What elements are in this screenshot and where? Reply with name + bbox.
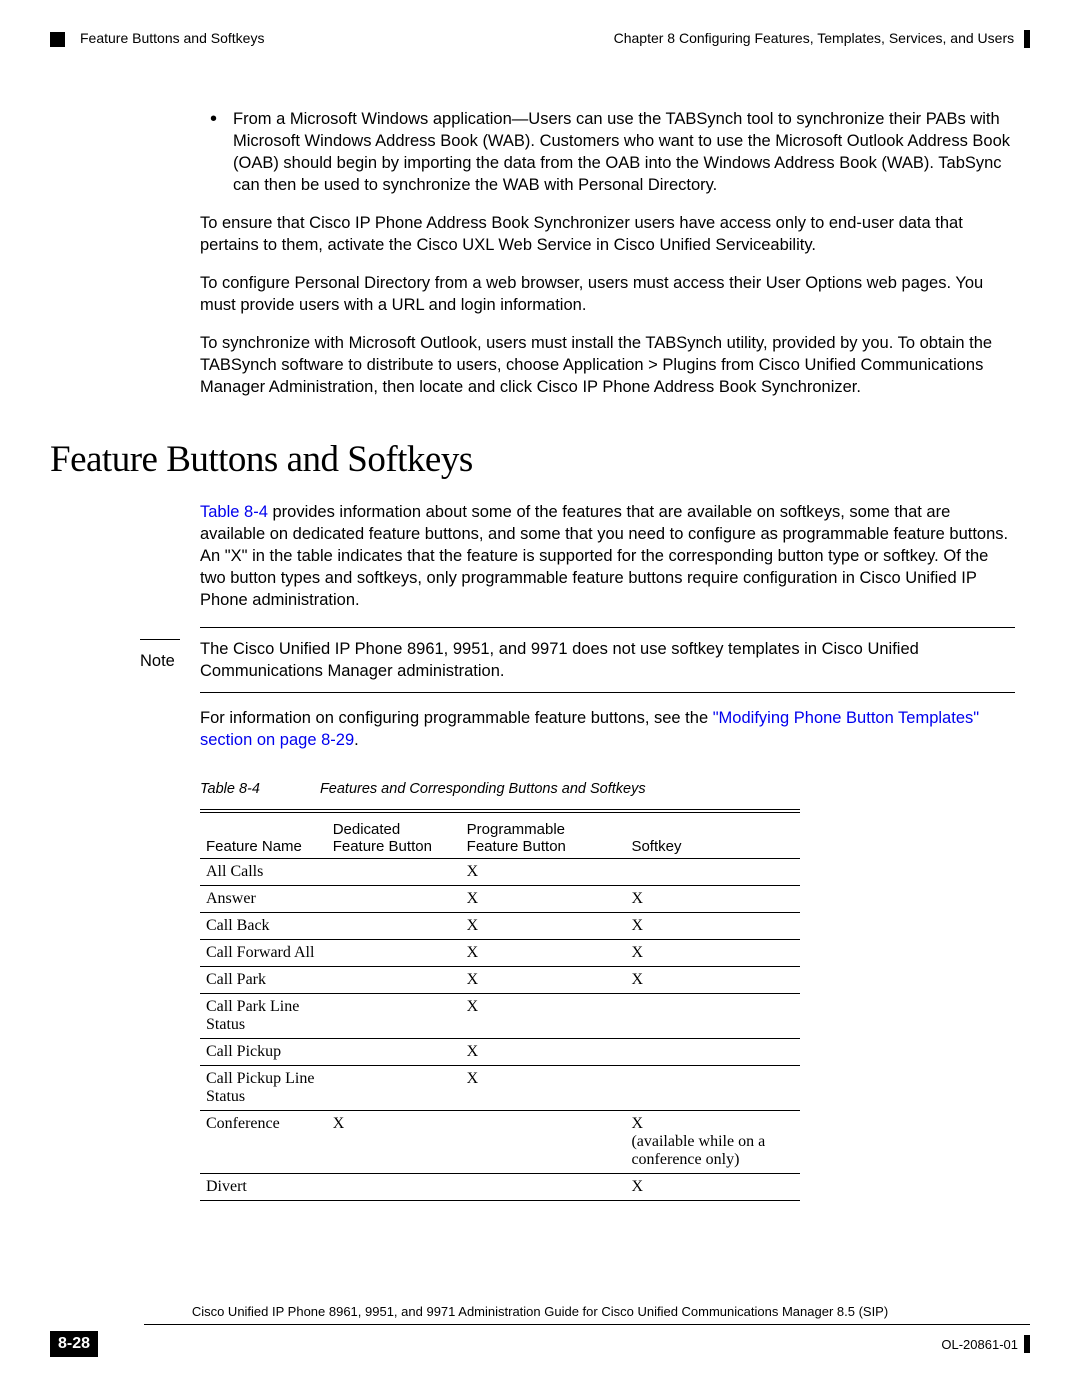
cell-dedicated: [327, 1174, 461, 1201]
cell-programmable: X: [461, 994, 626, 1039]
header-chapter-text: Chapter 8 Configuring Features, Template…: [614, 30, 1015, 46]
cell-programmable: X: [461, 1039, 626, 1066]
col-dedicated: Dedicated Feature Button: [327, 811, 461, 859]
cell-programmable: X: [461, 886, 626, 913]
page-footer: Cisco Unified IP Phone 8961, 9951, and 9…: [50, 1324, 1030, 1357]
table-row: Divert X: [200, 1174, 800, 1201]
cell-softkey: [625, 1066, 800, 1111]
footer-content-row: 8-28 OL-20861-01: [50, 1331, 1030, 1357]
cell-dedicated: [327, 967, 461, 994]
cell-softkey: X: [625, 886, 800, 913]
cell-dedicated: [327, 1039, 461, 1066]
col-programmable: Programmable Feature Button: [461, 811, 626, 859]
paragraph-3: To synchronize with Microsoft Outlook, u…: [200, 332, 1015, 398]
note-block: Note The Cisco Unified IP Phone 8961, 99…: [140, 627, 1015, 693]
cell-programmable: X: [461, 967, 626, 994]
cell-softkey: X: [625, 913, 800, 940]
cell-softkey: X (available while on a conference only): [625, 1111, 800, 1174]
cell-programmable: [461, 1111, 626, 1174]
cell-dedicated: [327, 994, 461, 1039]
bullet-icon: •: [210, 109, 217, 196]
cell-programmable: X: [461, 859, 626, 886]
cell-feature-name: Call Pickup: [200, 1039, 327, 1066]
cell-softkey: [625, 859, 800, 886]
footer-divider-line: [144, 1324, 1030, 1325]
cell-feature-name: Answer: [200, 886, 327, 913]
table-ref-link[interactable]: Table 8-4: [200, 503, 268, 521]
cell-softkey: X: [625, 940, 800, 967]
cell-feature-name: Call Pickup Line Status: [200, 1066, 327, 1111]
note-divider: [140, 639, 180, 640]
paragraph-5-pre: For information on configuring programma…: [200, 709, 713, 727]
bullet-text: From a Microsoft Windows application—Use…: [233, 108, 1015, 196]
feature-table: Feature Name Dedicated Feature Button Pr…: [200, 809, 800, 1201]
content-body: • From a Microsoft Windows application—U…: [200, 108, 1015, 1201]
page-number: 8-28: [50, 1331, 98, 1357]
cell-dedicated: [327, 913, 461, 940]
table-row: Call Back XX: [200, 913, 800, 940]
table-row: Call Pickup Line Status X: [200, 1066, 800, 1111]
footer-doc-id: OL-20861-01: [941, 1337, 1018, 1352]
footer-guide-title: Cisco Unified IP Phone 8961, 9951, and 9…: [50, 1304, 1030, 1319]
cell-softkey: X: [625, 1174, 800, 1201]
bullet-list: • From a Microsoft Windows application—U…: [200, 108, 1015, 196]
cell-feature-name: Call Park Line Status: [200, 994, 327, 1039]
table-row: Call Forward All XX: [200, 940, 800, 967]
cell-dedicated: [327, 886, 461, 913]
cell-dedicated: [327, 1066, 461, 1111]
paragraph-4-text: provides information about some of the f…: [200, 503, 1008, 609]
cell-softkey: [625, 1039, 800, 1066]
header-marker-square: [50, 32, 65, 47]
header-section-name: Feature Buttons and Softkeys: [80, 30, 614, 46]
note-body: The Cisco Unified IP Phone 8961, 9951, a…: [200, 627, 1015, 693]
cell-programmable: X: [461, 913, 626, 940]
cell-dedicated: [327, 940, 461, 967]
cell-dedicated: [327, 859, 461, 886]
paragraph-5-post: .: [354, 731, 359, 749]
table-row: ConferenceX X (available while on a confe…: [200, 1111, 800, 1174]
note-label: Note: [140, 652, 190, 671]
bullet-item: • From a Microsoft Windows application—U…: [210, 108, 1015, 196]
page: Feature Buttons and Softkeys Chapter 8 C…: [0, 0, 1080, 1397]
table-number: Table 8-4: [200, 781, 260, 797]
cell-feature-name: Call Park: [200, 967, 327, 994]
header-bar-icon: [1024, 30, 1030, 48]
page-header: Feature Buttons and Softkeys Chapter 8 C…: [50, 30, 1030, 48]
paragraph-2: To configure Personal Directory from a w…: [200, 272, 1015, 316]
table-row: Call Park Line Status X: [200, 994, 800, 1039]
col-feature-name: Feature Name: [200, 811, 327, 859]
cell-dedicated: X: [327, 1111, 461, 1174]
col-softkey: Softkey: [625, 811, 800, 859]
paragraph-4: Table 8-4 provides information about som…: [200, 501, 1015, 611]
table-row: Call Pickup X: [200, 1039, 800, 1066]
table-row: All Calls X: [200, 859, 800, 886]
table-row: Answer XX: [200, 886, 800, 913]
cell-programmable: X: [461, 1066, 626, 1111]
header-chapter-line: Chapter 8 Configuring Features, Template…: [614, 30, 1030, 48]
cell-softkey: X: [625, 967, 800, 994]
paragraph-1: To ensure that Cisco IP Phone Address Bo…: [200, 212, 1015, 256]
cell-feature-name: Call Back: [200, 913, 327, 940]
cell-programmable: X: [461, 940, 626, 967]
cell-feature-name: Call Forward All: [200, 940, 327, 967]
table-header-row: Feature Name Dedicated Feature Button Pr…: [200, 811, 800, 859]
heading-feature-buttons: Feature Buttons and Softkeys: [50, 438, 1015, 481]
cell-feature-name: All Calls: [200, 859, 327, 886]
footer-bar-icon: [1024, 1335, 1030, 1353]
paragraph-5: For information on configuring programma…: [200, 707, 1015, 751]
table-row: Call Park XX: [200, 967, 800, 994]
cell-softkey: [625, 994, 800, 1039]
cell-feature-name: Divert: [200, 1174, 327, 1201]
cell-feature-name: Conference: [200, 1111, 327, 1174]
table-caption: Table 8-4 Features and Corresponding But…: [200, 781, 1015, 797]
table-title: Features and Corresponding Buttons and S…: [320, 781, 646, 797]
cell-programmable: [461, 1174, 626, 1201]
